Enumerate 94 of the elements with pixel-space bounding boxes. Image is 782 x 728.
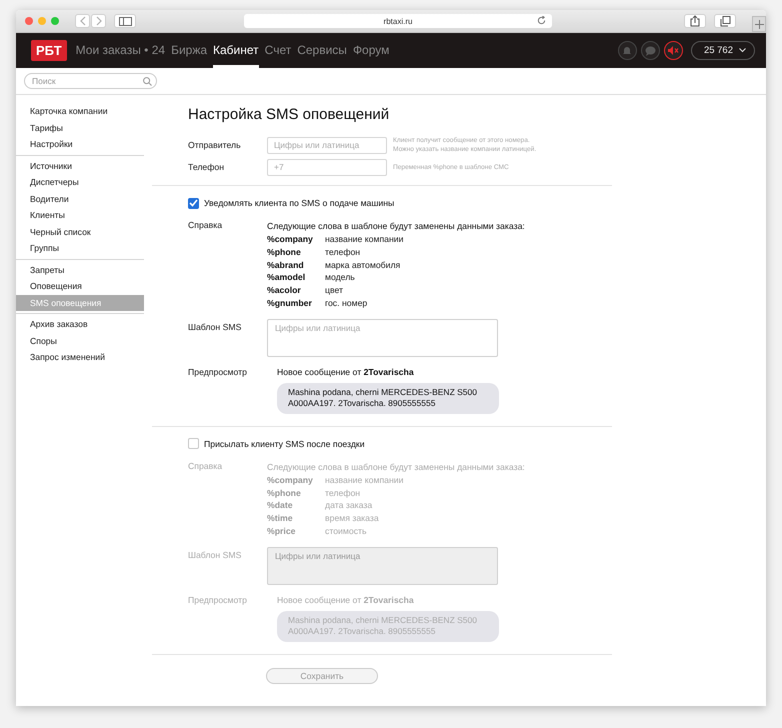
sidebar-item[interactable]: Источники: [16, 158, 144, 174]
nav-tab[interactable]: Мои заказы • 24: [76, 33, 166, 68]
reload-icon[interactable]: [537, 16, 546, 25]
search-icon: [143, 77, 152, 86]
sidebar-item[interactable]: Диспетчеры: [16, 174, 144, 190]
variable-description: гос. номер: [325, 296, 368, 310]
variable-description: цвет: [325, 284, 344, 297]
help-label: Справка: [188, 460, 224, 473]
zoom-icon[interactable]: [51, 17, 59, 25]
variable-description: телефон: [325, 486, 360, 500]
sidebar-item[interactable]: Тарифы: [16, 120, 144, 136]
preview-header: Новое сообщение от 2Tovarischa: [277, 366, 415, 378]
variable-name: %price: [267, 524, 296, 538]
template-field[interactable]: Цифры или латиница: [267, 318, 498, 357]
sidebar-item[interactable]: Запреты: [16, 262, 144, 278]
template-label: Шаблон SMS: [188, 548, 242, 562]
preview-label: Предпросмотр: [188, 594, 248, 607]
sidebar-item[interactable]: Споры: [16, 332, 144, 349]
message-text: A000AA197. 2Tovarischa. 8905555555: [288, 398, 436, 410]
nav-tab[interactable]: Счет: [264, 33, 292, 68]
help-text: Следующие слова в шаблоне будут заменены данными заказа:: [267, 220, 525, 233]
template-label: Шаблон SMS: [188, 320, 242, 334]
preview-label: Предпросмотр: [188, 366, 248, 379]
close-icon[interactable]: [25, 17, 33, 25]
help-label: Справка: [188, 220, 224, 232]
variable-description: время заказа: [325, 512, 379, 525]
back-button[interactable]: [75, 14, 90, 28]
tabs-button[interactable]: [714, 14, 736, 28]
nav-tab[interactable]: Кабинет: [213, 33, 259, 68]
variable-description: стоимость: [325, 524, 367, 538]
variable-name: %time: [267, 512, 294, 525]
variable-name: %amodel: [267, 271, 306, 284]
sidebar-item[interactable]: Запрос изменений: [16, 349, 144, 366]
notifications-button[interactable]: [618, 41, 637, 60]
address-bar[interactable]: rbtaxi.ru: [244, 14, 552, 28]
message-text: A000AA197. 2Tovarischa. 8905555555: [288, 626, 436, 638]
messages-button[interactable]: [640, 41, 660, 60]
variable-description: название компании: [325, 233, 404, 246]
variable-description: телефон: [325, 246, 360, 259]
speaker-icon: [668, 46, 679, 55]
variable-description: марка автомобиля: [325, 258, 400, 272]
search-field[interactable]: Поиск: [24, 73, 157, 89]
checkbox-label: Присылать клиенту SMS после поездки: [204, 438, 365, 449]
variable-name: %date: [267, 499, 294, 512]
sidebar-item[interactable]: Настройки: [16, 136, 144, 152]
sidebar-item[interactable]: Клиенты: [16, 207, 144, 224]
sidebar-item[interactable]: Оповещения: [16, 278, 144, 294]
sidebar-item[interactable]: Водители: [16, 190, 144, 207]
bell-icon: [622, 45, 632, 56]
variable-name: %phone: [267, 246, 302, 259]
nav-tab[interactable]: Форум: [352, 33, 390, 68]
variable-name: %company: [267, 233, 314, 246]
variable-name: %phone: [267, 486, 302, 500]
variable-name: %company: [267, 474, 314, 487]
forward-button[interactable]: [91, 14, 106, 28]
balance-dropdown[interactable]: 25 762: [690, 41, 755, 60]
caret-icon: [739, 48, 746, 53]
new-tab-button[interactable]: [752, 16, 766, 32]
sidebar-item[interactable]: Группы: [16, 240, 144, 256]
plus-icon: [754, 20, 764, 28]
help-text: Следующие слова в шаблоне будут заменены данными заказа:: [267, 460, 525, 474]
nav-tab[interactable]: Сервисы: [297, 33, 347, 68]
logo[interactable]: РБТ: [31, 40, 67, 61]
variable-name: %gnumber: [267, 296, 313, 310]
message-text: Mashina podana, cherni MERCEDES-BENZ S500: [288, 386, 478, 398]
tabs-icon: [720, 16, 730, 26]
share-button[interactable]: [684, 14, 706, 28]
sidebar-item[interactable]: Карточка компании: [16, 103, 144, 120]
checkbox-label: Уведомлять клиента по SMS о подаче машины: [204, 198, 394, 208]
sidebar-item[interactable]: Черный список: [16, 224, 144, 240]
field-label: Отправитель: [188, 140, 242, 150]
chevron-right-icon: [94, 16, 102, 26]
preview-header: Новое сообщение от 2Tovarischa: [277, 594, 415, 606]
variable-description: название компании: [325, 474, 404, 487]
field-label: Телефон: [188, 162, 226, 172]
variable-description: модель: [325, 271, 355, 284]
input-field[interactable]: +7: [267, 158, 387, 176]
sidebar-toggle-button[interactable]: [114, 14, 136, 28]
sidebar-icon: [118, 16, 132, 26]
variable-name: %acolor: [267, 284, 302, 297]
message-text: Mashina podana, cherni MERCEDES-BENZ S500: [288, 614, 478, 626]
variable-name: %abrand: [267, 258, 305, 272]
share-icon: [690, 15, 700, 27]
checkbox[interactable]: [188, 438, 199, 450]
sidebar-item[interactable]: Архив заказов: [16, 316, 144, 332]
checkbox[interactable]: [188, 198, 199, 208]
minimize-icon[interactable]: [38, 17, 46, 25]
input-field[interactable]: Цифры или латиница: [267, 136, 387, 154]
page-title: Настройка SMS оповещений: [188, 105, 390, 125]
nav-tab[interactable]: Биржа: [171, 33, 208, 68]
chat-icon: [644, 46, 656, 56]
variable-description: дата заказа: [325, 499, 372, 512]
sound-button[interactable]: [664, 41, 683, 60]
chevron-left-icon: [78, 16, 86, 26]
